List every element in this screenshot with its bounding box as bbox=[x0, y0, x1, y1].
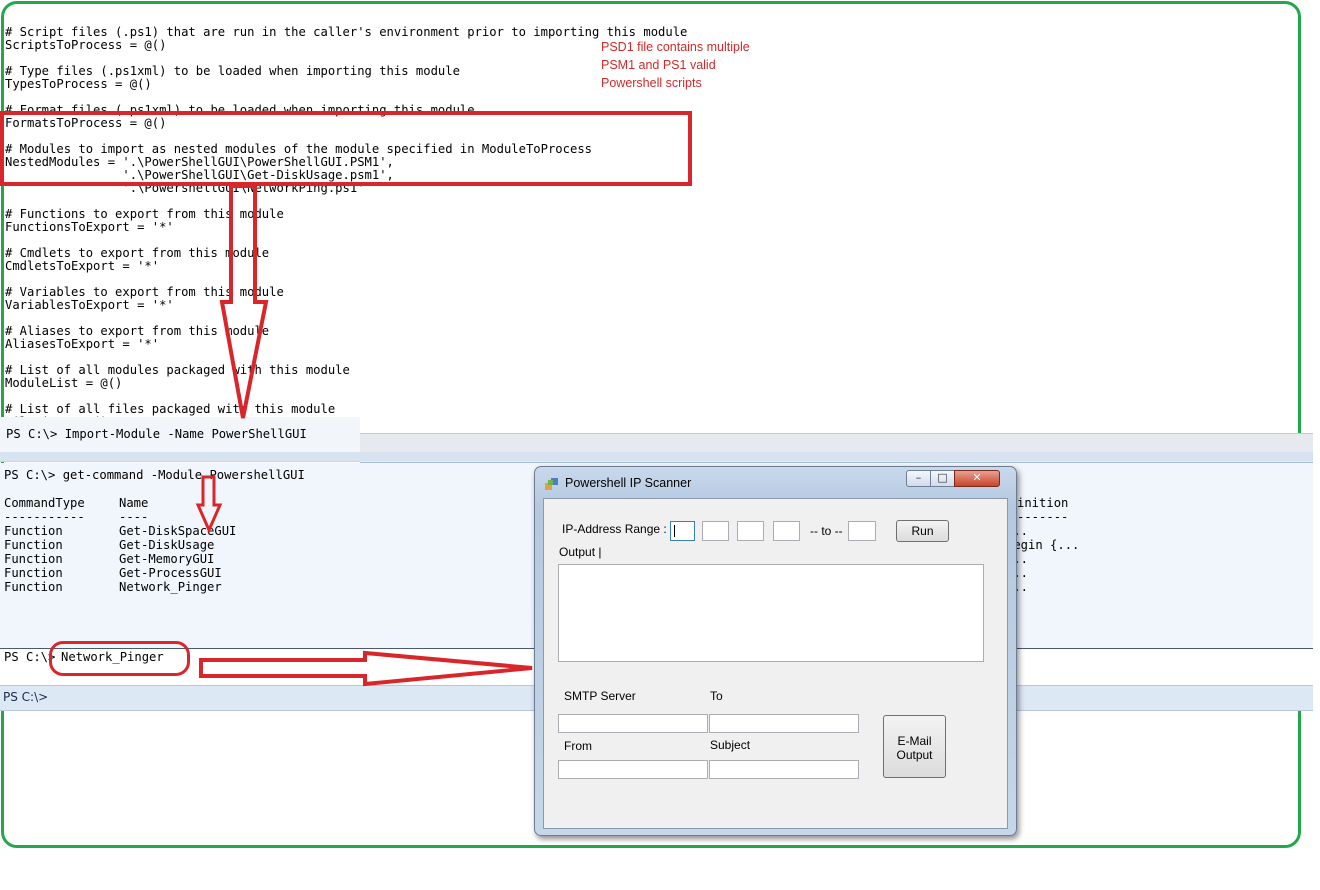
ip-octet-4-input[interactable] bbox=[773, 521, 800, 541]
maximize-button[interactable]: □ bbox=[930, 470, 955, 487]
annotation-line: PSD1 file contains multiple bbox=[601, 40, 750, 54]
code-line: FunctionsToExport = '*' bbox=[5, 220, 174, 234]
annotation-note: PSD1 file contains multiple PSM1 and PS1… bbox=[601, 38, 750, 92]
ip-octet-2-input[interactable] bbox=[702, 521, 729, 541]
code-line: AliasesToExport = '*' bbox=[5, 337, 160, 351]
ip-octet-3-input[interactable] bbox=[737, 521, 764, 541]
import-command: PS C:\> Import-Module -Name PowerShellGU… bbox=[6, 427, 307, 441]
command-row-name: Get-DiskUsage bbox=[119, 538, 215, 552]
network-pinger-highlight bbox=[49, 641, 190, 676]
command-row-type: Function bbox=[4, 524, 63, 538]
psd1-code: # Script files (.ps1) that are run in th… bbox=[5, 0, 687, 468]
code-line: CmdletsToExport = '*' bbox=[5, 259, 160, 273]
header-commandtype: CommandType bbox=[4, 496, 85, 510]
command-row-name: Get-MemoryGUI bbox=[119, 552, 215, 566]
annotation-line: PSM1 and PS1 valid bbox=[601, 58, 716, 72]
nested-modules-highlight bbox=[0, 111, 692, 186]
subject-input[interactable] bbox=[709, 760, 859, 779]
console-prompt: PS C:\> bbox=[4, 650, 56, 664]
ip-scanner-window: Powershell IP Scanner – □ ✕ IP-Address R… bbox=[534, 466, 1017, 836]
command-row-name: Network_Pinger bbox=[119, 580, 222, 594]
command-row-type: Function bbox=[4, 538, 63, 552]
code-line: VariablesToExport = '*' bbox=[5, 298, 174, 312]
smtp-server-input[interactable] bbox=[558, 714, 708, 733]
output-label: Output | bbox=[559, 545, 602, 559]
window-client-area: IP-Address Range : -- to -- Run Output |… bbox=[543, 498, 1008, 829]
final-prompt: PS C:\> bbox=[3, 690, 49, 704]
ip-octet-1-input[interactable] bbox=[670, 521, 695, 541]
email-button-label: Output bbox=[896, 748, 933, 762]
run-button[interactable]: Run bbox=[896, 520, 949, 542]
window-title: Powershell IP Scanner bbox=[565, 476, 692, 490]
minimize-button[interactable]: – bbox=[906, 470, 931, 487]
code-line: TypesToProcess = @() bbox=[5, 77, 152, 91]
command-row-def: begin {... bbox=[1006, 538, 1080, 552]
ip-range-label: IP-Address Range : bbox=[562, 522, 667, 536]
code-line: ScriptsToProcess = @() bbox=[5, 38, 167, 52]
output-textarea[interactable] bbox=[558, 564, 984, 662]
to-input[interactable] bbox=[709, 714, 859, 733]
console-divider-strip bbox=[0, 452, 1313, 461]
command-row-type: Function bbox=[4, 566, 63, 580]
smtp-server-label: SMTP Server bbox=[564, 689, 636, 703]
command-row-name: Get-ProcessGUI bbox=[119, 566, 222, 580]
separator-name: ---- bbox=[119, 510, 149, 524]
separator-commandtype: ----------- bbox=[4, 510, 85, 524]
ip-end-octet-input[interactable] bbox=[848, 521, 876, 541]
to-separator-label: -- to -- bbox=[810, 524, 843, 538]
command-row-type: Function bbox=[4, 552, 63, 566]
annotation-line: Powershell scripts bbox=[601, 76, 702, 90]
email-button-label: E-Mail bbox=[897, 734, 932, 748]
command-row-type: Function bbox=[4, 580, 63, 594]
close-button[interactable]: ✕ bbox=[954, 470, 1000, 487]
subject-label: Subject bbox=[710, 738, 751, 752]
email-output-button[interactable]: E-Mail Output bbox=[883, 715, 946, 778]
header-name: Name bbox=[119, 496, 149, 510]
get-command-line: PS C:\> get-command -Module PowershellGU… bbox=[4, 468, 305, 482]
from-label: From bbox=[564, 739, 592, 753]
from-input[interactable] bbox=[558, 760, 708, 779]
command-row-name: Get-DiskSpaceGUI bbox=[119, 524, 237, 538]
code-line: ModuleList = @() bbox=[5, 376, 123, 390]
to-label: To bbox=[710, 689, 723, 703]
app-icon bbox=[545, 478, 558, 490]
